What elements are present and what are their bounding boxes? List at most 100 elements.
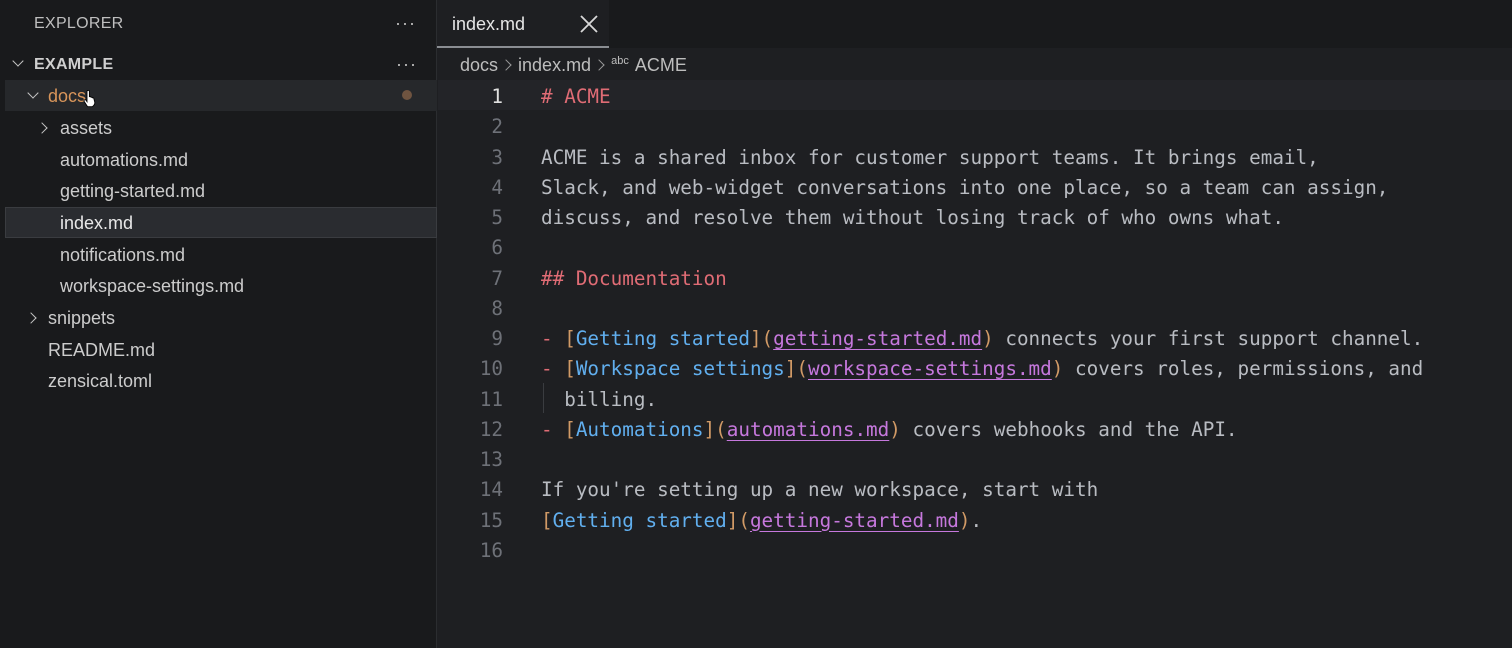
tree-file-readme[interactable]: README.md xyxy=(5,334,437,365)
code-text: connects your first support channel. xyxy=(993,327,1424,350)
code-content: Slack, and web-widget conversations into… xyxy=(541,176,1388,199)
line-number: 8 xyxy=(491,296,503,320)
breadcrumb-item-file[interactable]: index.md xyxy=(518,55,591,75)
code-content: ACME is a shared inbox for customer supp… xyxy=(541,146,1319,169)
code-text: discuss, and resolve them without losing… xyxy=(541,206,1284,229)
code-text: billing. xyxy=(541,387,658,411)
code-line[interactable]: 16 xyxy=(438,534,1512,564)
explorer-title: EXPLORER xyxy=(34,15,124,32)
line-number: 2 xyxy=(491,115,503,139)
link-text: Getting started xyxy=(552,508,727,532)
code-line[interactable]: 12 - [Automations](automations.md) covers… xyxy=(438,413,1512,443)
explorer-header: EXPLORER ··· xyxy=(0,0,437,48)
code-bracket: [ xyxy=(564,357,576,381)
tree-item-label: docs xyxy=(48,86,87,106)
code-content: [Getting started](getting-started.md). xyxy=(541,509,982,532)
code-editor[interactable]: 1 # ACME 2 3 ACME is a shared inbox for cust… xyxy=(438,80,1512,648)
code-bracket: [ xyxy=(541,508,553,532)
line-number: 16 xyxy=(479,538,503,562)
tree-item-label: getting-started.md xyxy=(60,181,206,201)
workspace-section-title: EXAMPLE xyxy=(34,56,114,73)
breadcrumb-item-symbol[interactable]: ACME xyxy=(635,55,687,75)
tab-label: index.md xyxy=(452,14,526,34)
tree-folder-assets[interactable]: assets xyxy=(5,112,437,143)
line-number: 10 xyxy=(479,357,503,381)
code-line[interactable]: 10 - [Workspace settings](workspace-setti… xyxy=(438,352,1512,382)
explorer-more-actions-icon[interactable]: ··· xyxy=(395,14,416,32)
code-bracket: ]( xyxy=(784,357,808,381)
chevron-right-icon[interactable] xyxy=(25,312,37,324)
link-url[interactable]: getting-started.md xyxy=(773,327,982,350)
link-text: Workspace settings xyxy=(575,357,785,381)
code-bracket: ]( xyxy=(703,417,727,441)
list-bullet: - xyxy=(541,357,553,381)
code-text: If you're setting up a new workspace, st… xyxy=(541,478,1099,502)
tree-folder-docs[interactable]: docs xyxy=(5,80,437,111)
line-number: 6 xyxy=(491,236,503,260)
chevron-down-icon[interactable] xyxy=(12,55,24,67)
tree-file-automations[interactable]: automations.md xyxy=(5,144,437,175)
line-number: 7 xyxy=(491,266,503,290)
link-url[interactable]: automations.md xyxy=(727,418,890,441)
code-bracket: ) xyxy=(958,508,971,532)
markdown-heading: ## Documentation xyxy=(541,266,727,290)
tree-file-index[interactable]: index.md xyxy=(5,207,437,238)
code-line[interactable]: 1 # ACME xyxy=(438,80,1512,110)
string-symbol-icon: abc xyxy=(611,55,629,68)
chevron-right-icon[interactable] xyxy=(36,122,48,134)
list-bullet: - xyxy=(541,327,553,350)
line-number: 11 xyxy=(479,387,503,411)
line-number: 5 xyxy=(491,206,503,229)
code-line[interactable]: 15 [Getting started](getting-started.md). xyxy=(438,504,1512,534)
section-more-actions-icon[interactable]: ··· xyxy=(396,55,417,73)
link-url[interactable]: getting-started.md xyxy=(750,509,959,532)
line-number: 1 xyxy=(491,85,503,108)
tree-item-label: snippets xyxy=(48,308,116,328)
workspace-section-header[interactable]: EXAMPLE ··· xyxy=(0,48,437,80)
link-url[interactable]: workspace-settings.md xyxy=(808,357,1052,380)
code-line[interactable]: 8 xyxy=(438,292,1512,322)
code-text: covers roles, permissions, and xyxy=(1063,357,1424,381)
code-line[interactable]: 3 ACME is a shared inbox for customer sup… xyxy=(438,141,1512,171)
code-bracket: [ xyxy=(564,327,576,350)
tree-file-notifications[interactable]: notifications.md xyxy=(5,239,437,270)
tree-folder-snippets[interactable]: snippets xyxy=(5,302,437,333)
code-line[interactable]: 7 ## Documentation xyxy=(438,262,1512,292)
code-line[interactable]: 6 xyxy=(438,231,1512,261)
code-line[interactable]: 9 - [Getting started](getting-started.md)… xyxy=(438,322,1512,352)
editor-tab-bar: index.md xyxy=(437,0,1512,48)
code-line[interactable]: 11 billing. xyxy=(438,382,1512,413)
code-line[interactable]: 5 discuss, and resolve them without losin… xyxy=(438,201,1512,231)
code-content: - [Workspace settings](workspace-setting… xyxy=(541,357,1423,380)
code-bracket: ) xyxy=(982,327,994,350)
tab-index-md[interactable]: index.md xyxy=(437,0,609,48)
code-line[interactable]: 14 If you're setting up a new workspace, … xyxy=(438,473,1512,503)
line-number: 13 xyxy=(479,448,503,471)
code-content: If you're setting up a new workspace, st… xyxy=(541,478,1098,501)
markdown-heading: # ACME xyxy=(541,85,611,108)
code-bracket: ) xyxy=(1051,357,1064,381)
code-bracket: ]( xyxy=(749,327,774,350)
tree-file-workspace-settings[interactable]: workspace-settings.md xyxy=(5,270,437,301)
tree-item-label: automations.md xyxy=(60,150,189,170)
code-text: Slack, and web-widget conversations into… xyxy=(541,175,1389,199)
code-line[interactable]: 13 xyxy=(438,443,1512,473)
chevron-right-icon xyxy=(593,59,605,71)
line-number: 9 xyxy=(491,327,503,350)
tree-file-zensical-toml[interactable]: zensical.toml xyxy=(5,365,437,396)
tree-file-getting-started[interactable]: getting-started.md xyxy=(5,175,437,206)
tree-item-label: zensical.toml xyxy=(48,371,153,391)
explorer-sidebar: EXPLORER ··· EXAMPLE ··· docs assets aut… xyxy=(0,0,437,648)
code-line[interactable]: 2 xyxy=(438,110,1512,140)
code-line[interactable]: 4 Slack, and web-widget conversations int… xyxy=(438,171,1512,201)
line-number: 3 xyxy=(491,145,503,169)
chevron-down-icon[interactable] xyxy=(27,87,39,99)
code-content: - [Getting started](getting-started.md) … xyxy=(541,327,1423,350)
close-icon[interactable] xyxy=(579,14,599,34)
breadcrumb-item-docs[interactable]: docs xyxy=(460,55,498,75)
line-number: 4 xyxy=(491,175,503,199)
code-content: # ACME xyxy=(541,85,611,108)
tree-item-label: notifications.md xyxy=(60,245,186,265)
